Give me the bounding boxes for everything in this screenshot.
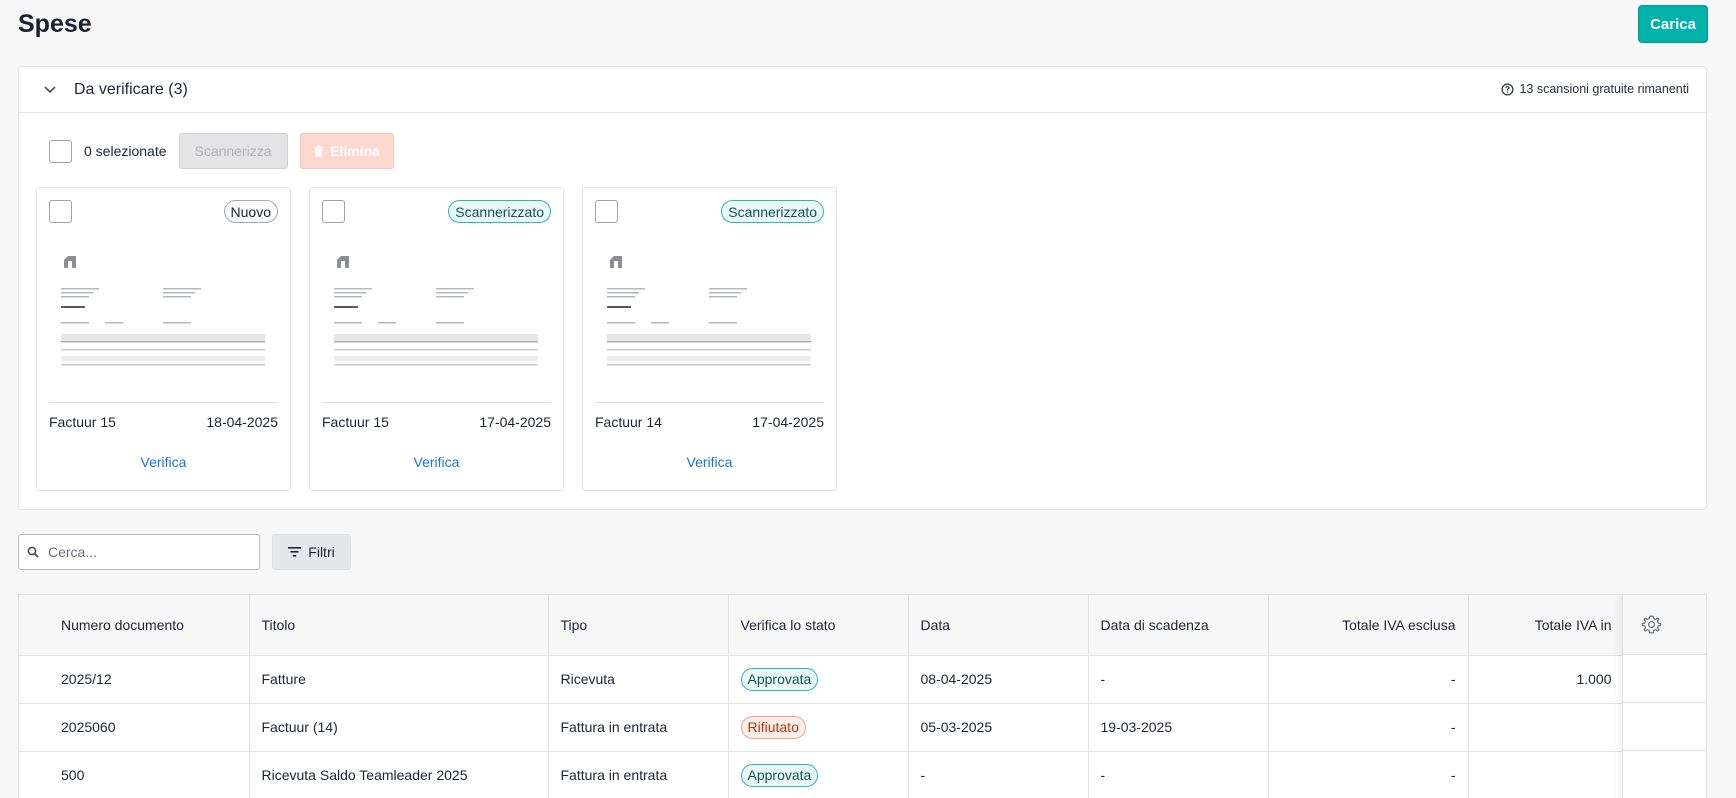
card-divider [595,402,824,403]
status-badge: Nuovo [223,200,278,223]
chevron-down-icon[interactable] [42,81,58,97]
help-icon [1501,83,1514,95]
column-header-type[interactable]: Tipo [548,595,729,656]
search-icon [27,546,39,558]
gear-icon[interactable] [1641,614,1662,635]
cell-due-date: 19-03-2025 [1088,703,1269,752]
card-document-name: Factuur 15 [322,414,389,430]
card-document-name: Factuur 14 [595,414,662,430]
cell-date: 08-04-2025 [908,655,1089,704]
review-panel-header[interactable]: Da verificare (3) 13 scansioni gratuite … [19,67,1706,113]
card-checkbox[interactable] [595,200,618,223]
cell-due-date: - [1088,655,1269,704]
cell-total-excl: - [1268,751,1469,798]
cell-title: Factuur (14) [249,703,549,752]
cell-status: Rifiutato [728,703,909,752]
column-header-total-excl[interactable]: Totale IVA esclusa [1268,595,1469,656]
cell-total-excl: - [1268,703,1469,752]
cell-type: Fattura in entrata [548,703,729,752]
search-box[interactable] [18,534,260,570]
selected-count: 0 selezionate [84,143,167,159]
upload-button[interactable]: Carica [1638,5,1708,43]
cell-type: Fattura in entrata [548,751,729,798]
card-document-date: 18-04-2025 [206,414,278,430]
expenses-table: Numero documento Titolo Tipo Verifica lo… [18,594,1707,798]
column-settings-cell [1623,751,1706,798]
document-thumbnail [607,256,811,366]
card-checkbox[interactable] [49,200,72,223]
review-panel: Da verificare (3) 13 scansioni gratuite … [18,66,1707,510]
cell-number: 2025060 [19,703,250,752]
card-document-date: 17-04-2025 [752,414,824,430]
card-document-date: 17-04-2025 [479,414,551,430]
table-row[interactable]: 2025/12 Fatture Ricevuta Approvata 08-04… [19,655,1706,704]
cell-due-date: - [1088,751,1269,798]
cell-date: 05-03-2025 [908,703,1089,752]
column-settings-cell [1623,703,1706,751]
scan-info: 13 scansioni gratuite rimanenti [1501,82,1689,96]
column-header-date[interactable]: Data [908,595,1089,656]
trash-icon [314,145,324,157]
column-header-number[interactable]: Numero documento [19,595,250,656]
verify-link[interactable]: Verifica [583,454,836,470]
filter-button-label: Filtri [308,544,335,560]
document-card[interactable]: Scannerizzato Factuur 14 17-04-2025 Veri… [582,187,837,491]
review-panel-title: Da verificare (3) [74,81,188,98]
cell-status: Approvata [728,751,909,798]
verify-link[interactable]: Verifica [37,454,290,470]
card-divider [49,402,278,403]
scan-button[interactable]: Scannerizza [178,133,288,169]
delete-button[interactable]: Elimina [299,133,394,169]
status-badge: Scannerizzato [448,200,551,223]
document-thumbnail [61,256,265,366]
document-thumbnail [334,256,538,366]
card-divider [322,402,551,403]
cell-status: Approvata [728,655,909,704]
delete-button-label: Elimina [330,143,380,159]
status-badge: Approvata [740,763,819,787]
cell-title: Ricevuta Saldo Teamleader 2025 [249,751,549,798]
cell-number: 2025/12 [19,655,250,704]
select-all-checkbox[interactable] [49,139,72,163]
cell-number: 500 [19,751,250,798]
cell-total-excl: - [1268,655,1469,704]
status-badge: Approvata [740,667,819,691]
column-settings-header [1623,595,1706,655]
document-card[interactable]: Scannerizzato Factuur 15 17-04-2025 Veri… [309,187,564,491]
selection-toolbar: 0 selezionate Scannerizza Elimina [49,133,394,169]
table-row[interactable]: 500 Ricevuta Saldo Teamleader 2025 Fattu… [19,751,1706,798]
table-header-row: Numero documento Titolo Tipo Verifica lo… [19,595,1706,656]
search-input[interactable] [48,544,248,560]
scan-info-text: 13 scansioni gratuite rimanenti [1519,82,1689,96]
filter-button[interactable]: Filtri [272,534,351,570]
document-card[interactable]: Nuovo Factuur 15 18-04-2025 Verifica [36,187,291,491]
card-document-name: Factuur 15 [49,414,116,430]
cell-type: Ricevuta [548,655,729,704]
column-header-title[interactable]: Titolo [249,595,549,656]
page-title: Spese [18,10,92,38]
column-settings [1622,595,1706,798]
filter-icon [288,547,302,557]
status-badge: Scannerizzato [721,200,824,223]
cell-date: - [908,751,1089,798]
column-settings-cell [1623,655,1706,703]
verify-link[interactable]: Verifica [310,454,563,470]
status-badge: Rifiutato [740,715,806,739]
column-header-status[interactable]: Verifica lo stato [728,595,909,656]
cell-title: Fatture [249,655,549,704]
column-header-due-date[interactable]: Data di scadenza [1088,595,1269,656]
table-row[interactable]: 2025060 Factuur (14) Fattura in entrata … [19,703,1706,752]
card-checkbox[interactable] [322,200,345,223]
